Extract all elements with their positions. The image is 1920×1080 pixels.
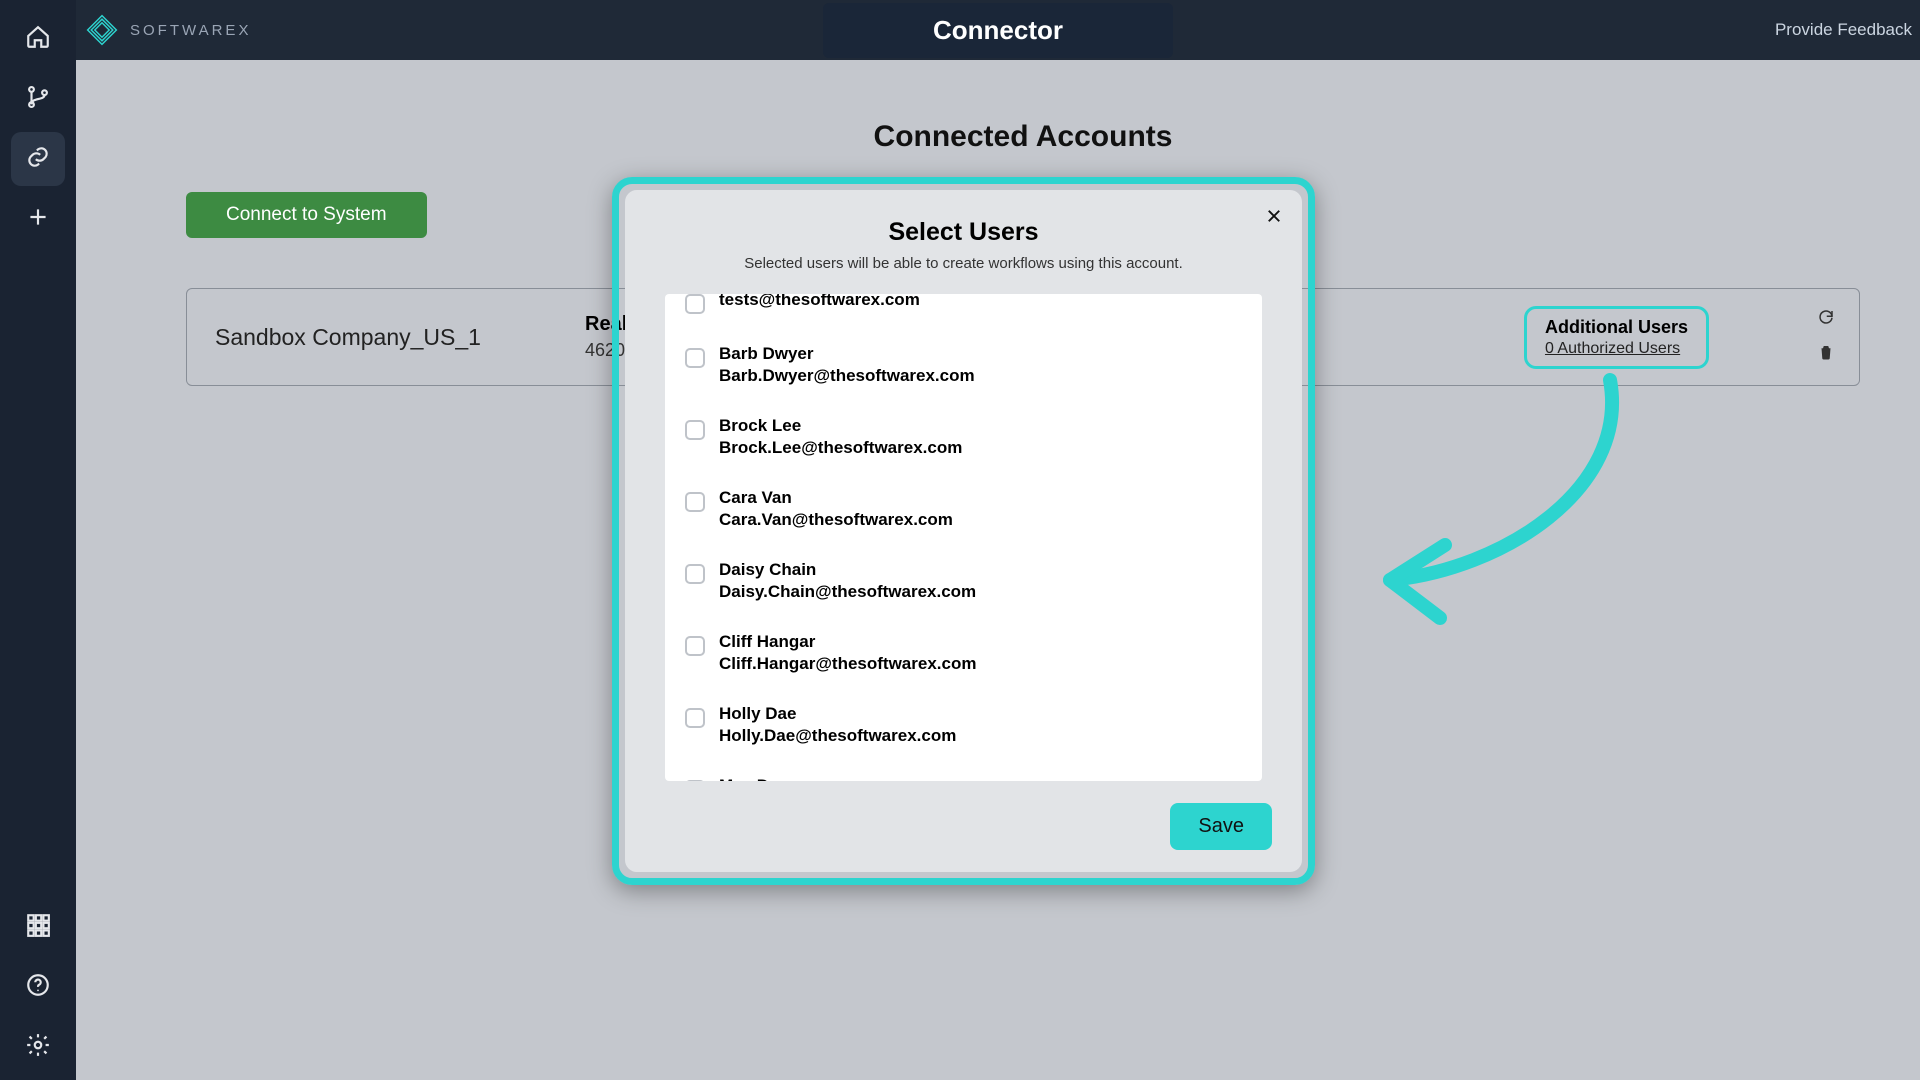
user-item: Holly DaeHolly.Dae@thesoftwarex.com xyxy=(685,686,1242,758)
trash-icon[interactable] xyxy=(1817,343,1835,366)
nav-branch[interactable] xyxy=(11,72,65,126)
nav-help[interactable] xyxy=(11,960,65,1014)
modal-inner: Select Users Selected users will be able… xyxy=(625,190,1302,872)
user-name: Daisy Chain xyxy=(719,560,976,580)
help-icon xyxy=(25,972,51,1003)
brand-logo-icon xyxy=(84,12,120,48)
user-email: Daisy.Chain@thesoftwarex.com xyxy=(719,582,976,602)
user-name: Brock Lee xyxy=(719,416,962,436)
page-title: Connected Accounts xyxy=(186,120,1860,154)
user-text: Holly DaeHolly.Dae@thesoftwarex.com xyxy=(719,704,956,746)
user-text: Brock LeeBrock.Lee@thesoftwarex.com xyxy=(719,416,962,458)
branch-icon xyxy=(25,84,51,115)
user-checkbox[interactable] xyxy=(685,420,705,440)
user-email: tests@thesoftwarex.com xyxy=(719,294,920,310)
user-name: Holly Dae xyxy=(719,704,956,724)
user-text: Daisy ChainDaisy.Chain@thesoftwarex.com xyxy=(719,560,976,602)
user-list[interactable]: tests@thesoftwarex.com Barb DwyerBarb.Dwy… xyxy=(665,294,1262,781)
header: SOFTWAREX Connector Provide Feedback xyxy=(76,0,1920,60)
nav-connector[interactable] xyxy=(11,132,65,186)
modal-title: Select Users xyxy=(659,218,1268,247)
home-icon xyxy=(25,24,51,55)
additional-users-title: Additional Users xyxy=(1545,317,1688,338)
company-name: Sandbox Company_US_1 xyxy=(215,324,505,351)
gear-icon xyxy=(25,1032,51,1063)
tab-connector[interactable]: Connector xyxy=(823,3,1173,58)
grid-icon xyxy=(25,912,51,943)
user-name: Cliff Hangar xyxy=(719,632,976,652)
modal-header: Select Users Selected users will be able… xyxy=(625,190,1302,288)
user-checkbox[interactable] xyxy=(685,348,705,368)
user-checkbox[interactable] xyxy=(685,708,705,728)
brand-name: SOFTWAREX xyxy=(130,22,251,39)
user-email: Cara.Van@thesoftwarex.com xyxy=(719,510,953,530)
user-email: Holly.Dae@thesoftwarex.com xyxy=(719,726,956,746)
brand: SOFTWAREX xyxy=(84,12,251,48)
user-item: May DaeMay.Dae@thesoftwarex.com xyxy=(685,758,1242,781)
plus-icon xyxy=(25,204,51,235)
user-text: tests@thesoftwarex.com xyxy=(719,294,920,310)
user-item: Barb DwyerBarb.Dwyer@thesoftwarex.com xyxy=(685,326,1242,398)
header-tab-area: Connector xyxy=(823,3,1173,58)
user-text: Cara VanCara.Van@thesoftwarex.com xyxy=(719,488,953,530)
user-email: Barb.Dwyer@thesoftwarex.com xyxy=(719,366,975,386)
link-icon xyxy=(25,144,51,175)
user-checkbox[interactable] xyxy=(685,492,705,512)
user-item: Daisy ChainDaisy.Chain@thesoftwarex.com xyxy=(685,542,1242,614)
additional-users-box[interactable]: Additional Users 0 Authorized Users xyxy=(1524,306,1709,369)
user-name: Cara Van xyxy=(719,488,953,508)
modal-close-button[interactable] xyxy=(1260,204,1288,232)
nav-home[interactable] xyxy=(11,12,65,66)
user-checkbox[interactable] xyxy=(685,564,705,584)
close-icon xyxy=(1265,207,1283,230)
nav-settings[interactable] xyxy=(11,1020,65,1074)
select-users-modal: Select Users Selected users will be able… xyxy=(612,177,1315,885)
nav-add[interactable] xyxy=(11,192,65,246)
user-text: Barb DwyerBarb.Dwyer@thesoftwarex.com xyxy=(719,344,975,386)
provide-feedback-link[interactable]: Provide Feedback xyxy=(1775,20,1912,40)
user-text: Cliff HangarCliff.Hangar@thesoftwarex.co… xyxy=(719,632,976,674)
user-checkbox[interactable] xyxy=(685,294,705,314)
user-item: Cara VanCara.Van@thesoftwarex.com xyxy=(685,470,1242,542)
connect-to-system-button[interactable]: Connect to System xyxy=(186,192,427,238)
user-item: Cliff HangarCliff.Hangar@thesoftwarex.co… xyxy=(685,614,1242,686)
save-button[interactable]: Save xyxy=(1170,803,1272,850)
user-name: Barb Dwyer xyxy=(719,344,975,364)
user-email: Brock.Lee@thesoftwarex.com xyxy=(719,438,962,458)
row-action-icons xyxy=(1817,308,1835,366)
nav-apps[interactable] xyxy=(11,900,65,954)
modal-subtitle: Selected users will be able to create wo… xyxy=(659,255,1268,272)
user-item: Brock LeeBrock.Lee@thesoftwarex.com xyxy=(685,398,1242,470)
user-item: tests@thesoftwarex.com xyxy=(685,294,1242,326)
user-checkbox[interactable] xyxy=(685,636,705,656)
refresh-icon[interactable] xyxy=(1817,308,1835,331)
authorized-users-link[interactable]: 0 Authorized Users xyxy=(1545,340,1688,358)
user-email: Cliff.Hangar@thesoftwarex.com xyxy=(719,654,976,674)
modal-footer: Save xyxy=(625,781,1302,872)
sidebar xyxy=(0,0,76,1080)
